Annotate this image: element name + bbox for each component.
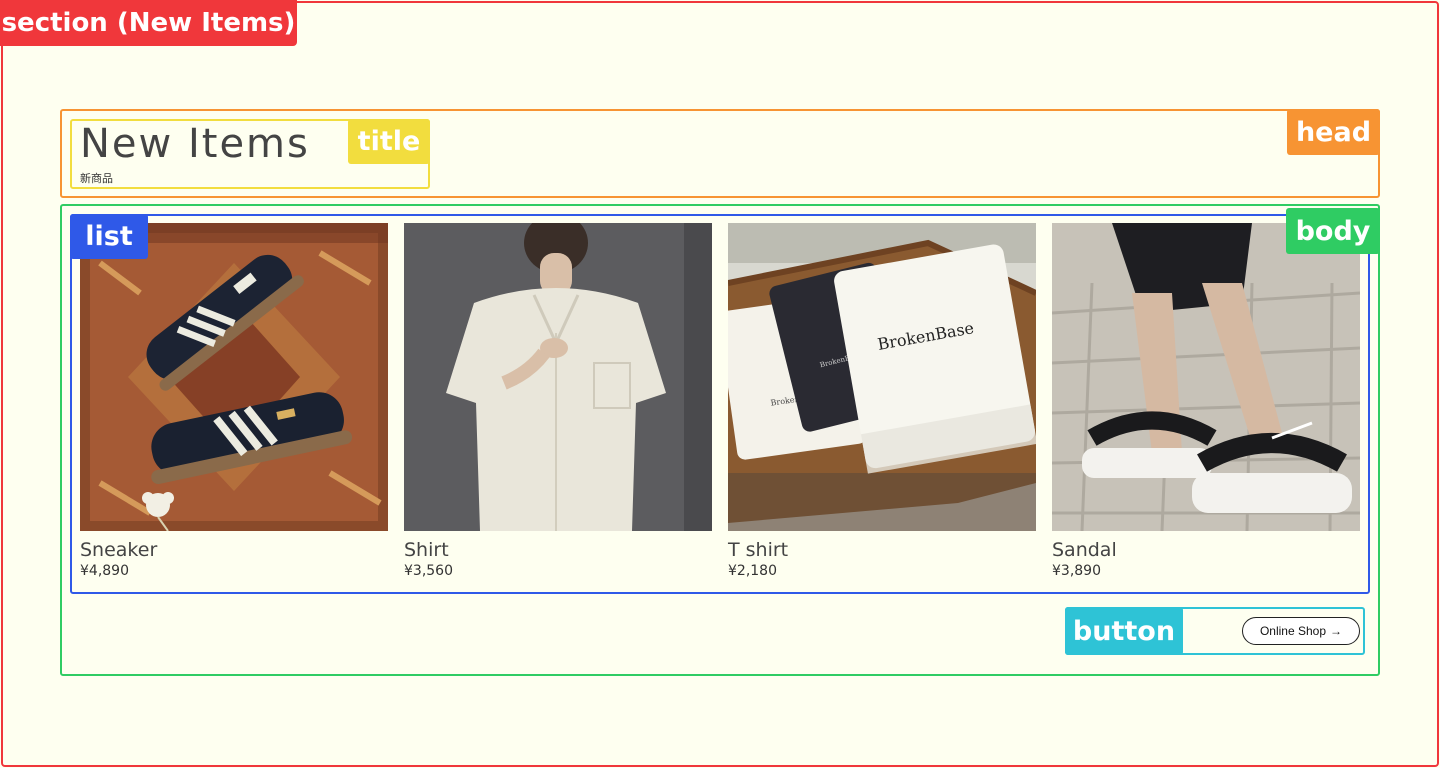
arrow-right-icon: →: [1330, 624, 1343, 638]
body-tag: body: [1286, 208, 1380, 254]
tshirt-photo[interactable]: BrokenBase BrokenBase BrokenBase: [728, 223, 1036, 531]
product-card-tshirt[interactable]: BrokenBase BrokenBase BrokenBase T shirt…: [728, 223, 1036, 580]
sneaker-photo[interactable]: [80, 223, 388, 531]
sandal-photo[interactable]: [1052, 223, 1360, 531]
online-shop-button[interactable]: Online Shop →: [1242, 617, 1360, 645]
product-price: ¥3,560: [404, 563, 453, 579]
head-tag: head: [1287, 109, 1380, 155]
product-name[interactable]: Shirt: [404, 538, 712, 562]
list-tag: list: [70, 214, 148, 259]
product-card-shirt[interactable]: Shirt ¥3,560: [404, 223, 712, 580]
button-tag: button: [1065, 607, 1183, 655]
product-card-sneaker[interactable]: Sneaker ¥4,890: [80, 223, 388, 580]
product-price: ¥3,890: [1052, 563, 1101, 579]
product-name[interactable]: Sandal: [1052, 538, 1360, 562]
section-tag: section (New Items): [0, 0, 297, 46]
shirt-photo[interactable]: [404, 223, 712, 531]
product-price: ¥2,180: [728, 563, 777, 579]
product-price: ¥4,890: [80, 563, 129, 579]
section-subtitle: 新商品: [80, 172, 113, 185]
product-name[interactable]: Sneaker: [80, 538, 388, 562]
section-title: New Items: [80, 121, 310, 167]
product-name[interactable]: T shirt: [728, 538, 1036, 562]
title-tag: title: [348, 119, 430, 164]
online-shop-label: Online Shop: [1259, 624, 1327, 638]
product-card-sandal[interactable]: Sandal ¥3,890: [1052, 223, 1360, 580]
